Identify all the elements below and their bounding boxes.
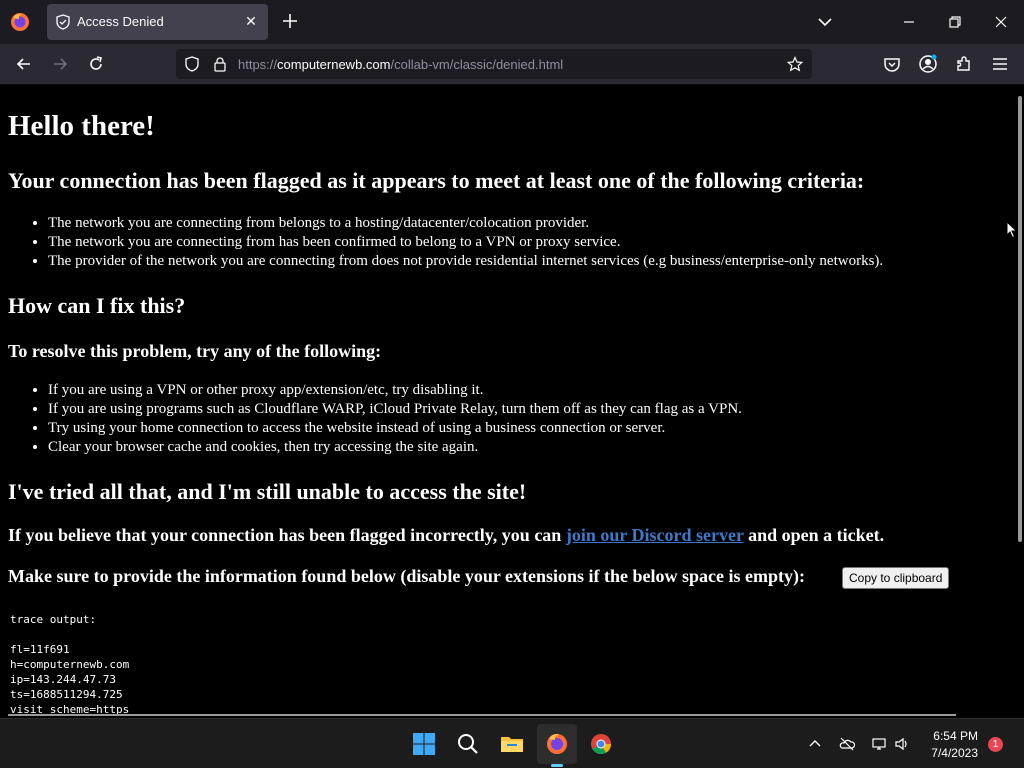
firefox-icon[interactable] <box>545 732 569 756</box>
account-icon[interactable] <box>918 54 938 74</box>
firefox-menu-icon[interactable] <box>10 12 30 32</box>
taskbar: 6:54 PM 7/4/2023 1 <box>0 718 1024 768</box>
tab-close-icon[interactable]: ✕ <box>242 12 260 30</box>
notification-badge[interactable]: 1 <box>988 737 1003 752</box>
close-window-icon[interactable] <box>991 12 1011 32</box>
chevron-down-icon[interactable] <box>815 12 835 32</box>
file-explorer-icon[interactable] <box>500 732 524 756</box>
url-scheme: https:// <box>238 57 278 72</box>
discord-paragraph: If you believe that your connection has … <box>8 525 884 546</box>
list-item: If you are using a VPN or other proxy ap… <box>48 381 742 400</box>
mouse-cursor-icon <box>1006 221 1018 239</box>
tab-strip: Access Denied ✕ <box>0 0 1024 44</box>
new-tab-icon[interactable] <box>279 10 301 32</box>
url-host: computernewb.com <box>277 57 391 72</box>
horizontal-scrollbar[interactable] <box>8 714 956 716</box>
tab-title: Access Denied <box>77 14 164 29</box>
volume-icon[interactable] <box>894 736 910 752</box>
network-icon[interactable] <box>871 736 887 752</box>
back-icon[interactable] <box>14 54 34 74</box>
extensions-puzzle-icon[interactable] <box>954 54 974 74</box>
list-item: The network you are connecting from belo… <box>48 214 883 233</box>
vertical-scrollbar-thumb[interactable] <box>1018 96 1022 542</box>
fix-list: If you are using a VPN or other proxy ap… <box>48 381 742 457</box>
list-item: Clear your browser cache and cookies, th… <box>48 438 742 457</box>
tracking-protection-shield-icon[interactable] <box>184 56 200 72</box>
discord-link[interactable]: join our Discord server <box>566 525 744 545</box>
list-item: If you are using programs such as Cloudf… <box>48 400 742 419</box>
page-heading: Hello there! <box>8 110 155 142</box>
tab-access-denied[interactable]: Access Denied ✕ <box>47 4 268 40</box>
discord-suffix-text: and open a ticket. <box>743 525 885 545</box>
windows-start-icon[interactable] <box>412 732 436 756</box>
info-paragraph: Make sure to provide the information fou… <box>8 566 806 586</box>
pocket-icon[interactable] <box>882 54 902 74</box>
list-item: Try using your home connection to access… <box>48 419 742 438</box>
hamburger-menu-icon[interactable] <box>990 54 1010 74</box>
copy-to-clipboard-button[interactable]: Copy to clipboard <box>842 567 950 589</box>
shield-page-icon <box>56 14 70 30</box>
forward-icon[interactable] <box>50 54 70 74</box>
url-text[interactable]: https://computernewb.com/collab-vm/class… <box>238 57 563 72</box>
trace-output[interactable]: trace output: fl=11f691 h=computernewb.c… <box>10 612 129 716</box>
still-unable-heading: I've tried all that, and I'm still unabl… <box>8 479 527 504</box>
onedrive-offline-icon[interactable] <box>839 736 855 752</box>
reload-icon[interactable] <box>86 54 106 74</box>
chrome-icon[interactable] <box>589 732 613 756</box>
list-item: The network you are connecting from has … <box>48 233 883 252</box>
lock-icon[interactable] <box>212 56 228 72</box>
url-path: /collab-vm/classic/denied.html <box>390 57 564 72</box>
bookmark-star-icon[interactable] <box>787 56 803 72</box>
list-item: The provider of the network you are conn… <box>48 252 883 271</box>
criteria-heading: Your connection has been flagged as it a… <box>8 168 865 193</box>
clock-time[interactable]: 6:54 PM <box>926 729 978 743</box>
resolve-heading: To resolve this problem, try any of the … <box>8 341 382 361</box>
discord-prefix-text: If you believe that your connection has … <box>8 525 566 545</box>
page-content: Hello there! Your connection has been fl… <box>0 86 1016 716</box>
restore-icon[interactable] <box>945 12 965 32</box>
taskbar-active-indicator <box>551 764 563 767</box>
fix-heading: How can I fix this? <box>8 293 186 318</box>
url-bar[interactable]: https://computernewb.com/collab-vm/class… <box>176 49 812 79</box>
clock-date[interactable]: 7/4/2023 <box>926 746 978 760</box>
criteria-list: The network you are connecting from belo… <box>48 214 883 271</box>
chevron-up-icon[interactable] <box>807 736 823 752</box>
search-icon[interactable] <box>456 732 480 756</box>
navigation-toolbar: https://computernewb.com/collab-vm/class… <box>0 44 1024 85</box>
minimize-icon[interactable] <box>899 12 919 32</box>
